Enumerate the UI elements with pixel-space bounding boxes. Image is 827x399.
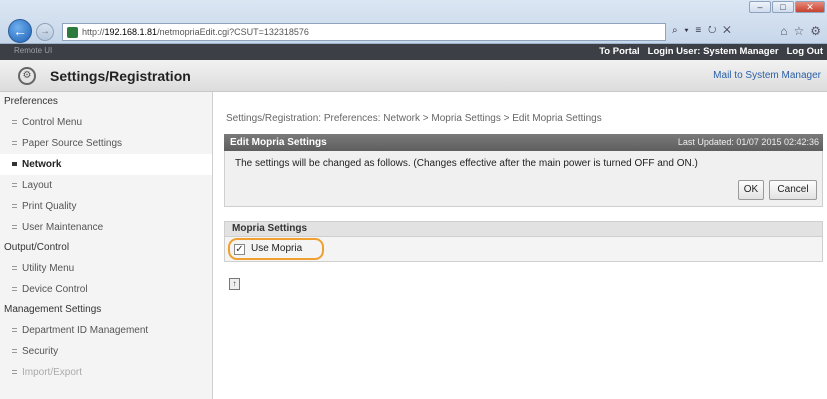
list-bullet-icon [12, 349, 17, 353]
sidebar-item-label: Import/Export [22, 367, 83, 378]
address-bar[interactable]: http:// 192.168.1.81 /netmopriaEdit.cgi?… [62, 23, 666, 41]
sidebar-section-heading: Preferences [4, 96, 58, 107]
url-host: 192.168.1.81 [104, 27, 158, 37]
sidebar-item-control-menu[interactable]: Control Menu [0, 112, 212, 133]
forward-arrow-icon[interactable]: → [36, 23, 54, 41]
minimize-icon[interactable]: – [749, 1, 771, 13]
site-favicon-icon [67, 26, 78, 38]
back-arrow-icon[interactable]: ← [8, 19, 32, 43]
sidebar-item-label: Device Control [22, 284, 88, 295]
list-bullet-icon [12, 204, 17, 208]
sidebar-item-label: User Maintenance [22, 222, 104, 233]
panel-title: Edit Mopria Settings [230, 137, 327, 148]
browser-icons: ⌂ ☆ ⚙ [780, 24, 821, 38]
page-title: Settings/Registration [50, 68, 191, 84]
sidebar-item-label: Department ID Management [22, 325, 149, 336]
page-header: ⚙ Settings/Registration Mail to System M… [0, 60, 827, 92]
sidebar-item-label: Control Menu [22, 117, 83, 128]
edit-panel-header: Edit Mopria Settings Last Updated: 01/07… [224, 134, 823, 151]
log-out-link[interactable]: Log Out [787, 46, 823, 57]
sidebar-item-import-export[interactable]: Import/Export [0, 362, 212, 383]
cancel-button[interactable]: Cancel [769, 180, 817, 200]
maximize-icon[interactable]: □ [772, 1, 794, 13]
home-icon[interactable]: ⌂ [780, 24, 787, 38]
sidebar-item-user-maintenance[interactable]: User Maintenance [0, 217, 212, 238]
mopria-settings-row: ✓ Use Mopria [224, 237, 823, 262]
login-user: Login User: System Manager [647, 46, 779, 57]
window-controls: – □ ✕ [749, 1, 825, 13]
main-content: Settings/Registration: Preferences: Netw… [220, 92, 827, 399]
list-bullet-icon [12, 162, 17, 166]
list-bullet-icon [12, 287, 17, 291]
sidebar-item-department-id-management[interactable]: Department ID Management [0, 320, 212, 341]
sidebar-section-heading: Output/Control [4, 242, 70, 253]
edit-panel-body: The settings will be changed as follows.… [224, 151, 823, 207]
page-top-icon[interactable]: ↑ [229, 278, 240, 290]
list-bullet-icon [12, 328, 17, 332]
device-name: Remote UI [14, 46, 53, 55]
use-mopria-checkbox[interactable]: ✓ [234, 244, 245, 255]
url-prefix: http:// [82, 27, 105, 37]
sidebar-item-label: Print Quality [22, 201, 77, 212]
mopria-settings-heading: Mopria Settings [224, 221, 823, 237]
url-path: /netmopriaEdit.cgi?CSUT=132318576 [157, 27, 309, 37]
list-bullet-icon [12, 370, 17, 374]
last-updated: Last Updated: 01/07 2015 02:42:36 [677, 137, 819, 147]
sidebar-item-network[interactable]: Network [0, 154, 212, 175]
close-icon[interactable]: ✕ [795, 1, 825, 13]
sidebar-item-paper-source-settings[interactable]: Paper Source Settings [0, 133, 212, 154]
sidebar-item-layout[interactable]: Layout [0, 175, 212, 196]
sidebar-item-security[interactable]: Security [0, 341, 212, 362]
address-tools[interactable]: ⌕ ▾ ≡ ↻ ✕ [672, 25, 733, 36]
sidebar-item-label: Security [22, 346, 59, 357]
list-bullet-icon [12, 183, 17, 187]
breadcrumb: Settings/Registration: Preferences: Netw… [226, 113, 602, 124]
sidebar: Preferences Control Menu Paper Source Sett… [0, 92, 213, 399]
list-bullet-icon [12, 120, 17, 124]
list-bullet-icon [12, 266, 17, 270]
settings-gear-icon: ⚙ [18, 67, 36, 85]
confirmation-message: The settings will be changed as follows.… [235, 158, 698, 169]
list-bullet-icon [12, 141, 17, 145]
star-icon[interactable]: ☆ [793, 24, 804, 38]
browser-toolbar: – □ ✕ ← → http:// 192.168.1.81 /netmopri… [0, 0, 827, 44]
sidebar-section-heading: Management Settings [4, 304, 102, 315]
sidebar-item-label: Paper Source Settings [22, 138, 123, 149]
ok-button[interactable]: OK [738, 180, 764, 200]
app-top-bar: Remote UI To Portal Login User: System M… [0, 44, 827, 60]
list-bullet-icon [12, 225, 17, 229]
sidebar-item-device-control[interactable]: Device Control [0, 279, 212, 300]
sidebar-item-utility-menu[interactable]: Utility Menu [0, 258, 212, 279]
sidebar-item-label: Utility Menu [22, 263, 75, 274]
use-mopria-label: Use Mopria [251, 243, 303, 254]
sidebar-item-print-quality[interactable]: Print Quality [0, 196, 212, 217]
mail-to-link[interactable]: Mail to System Manager [713, 70, 821, 81]
sidebar-item-label: Network [22, 159, 62, 170]
gear-icon[interactable]: ⚙ [810, 24, 821, 38]
to-portal-link[interactable]: To Portal [599, 46, 639, 57]
sidebar-item-label: Layout [22, 180, 53, 191]
